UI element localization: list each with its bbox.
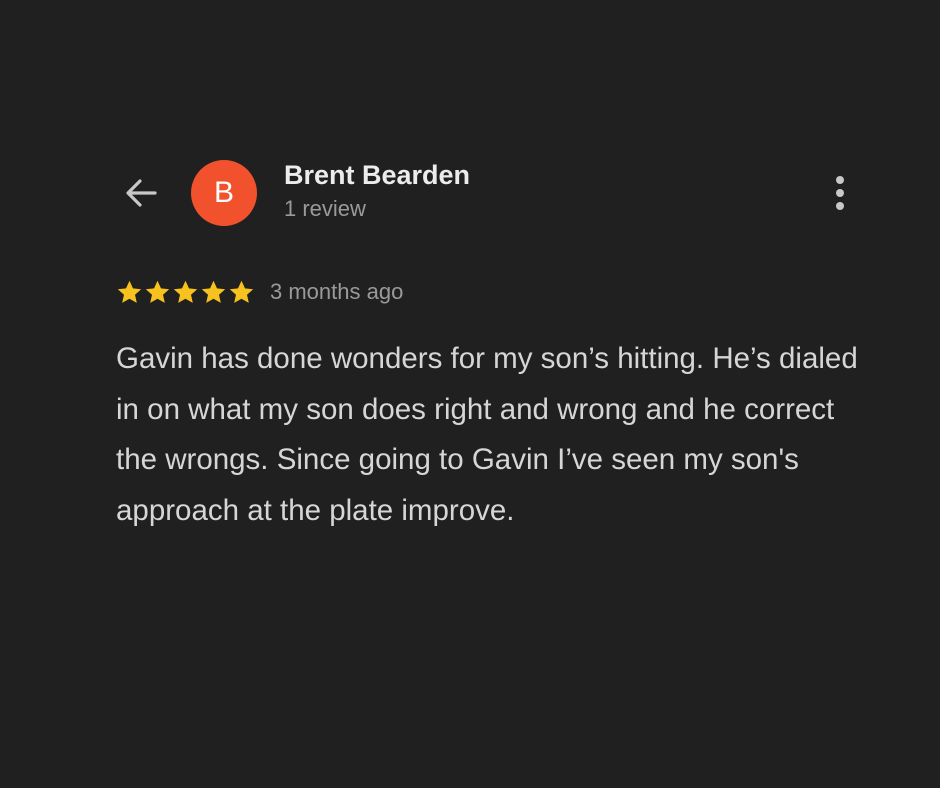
review-screen: B Brent Bearden 1 review 3 months ago Ga… xyxy=(0,0,940,788)
back-button[interactable] xyxy=(118,170,164,216)
star-icon xyxy=(229,280,254,303)
review-count: 1 review xyxy=(284,196,366,221)
review-date: 3 months ago xyxy=(270,279,404,304)
rating-row: 3 months ago xyxy=(116,276,403,308)
star-icon xyxy=(117,280,142,303)
more-vert-icon-dot-3 xyxy=(836,202,844,210)
more-vert-icon-dot-1 xyxy=(836,176,844,184)
reviewer-name[interactable]: Brent Bearden xyxy=(284,160,470,191)
back-arrow-icon xyxy=(126,179,157,207)
avatar[interactable]: B xyxy=(191,160,257,226)
star-icon xyxy=(173,280,198,303)
more-options-button[interactable] xyxy=(820,170,860,216)
review-text: Gavin has done wonders for my son’s hitt… xyxy=(116,342,858,527)
more-vert-icon-dot-2 xyxy=(836,189,844,197)
star-icon xyxy=(145,280,170,303)
star-icon xyxy=(201,280,226,303)
star-rating xyxy=(116,279,255,306)
avatar-letter: B xyxy=(213,176,234,209)
